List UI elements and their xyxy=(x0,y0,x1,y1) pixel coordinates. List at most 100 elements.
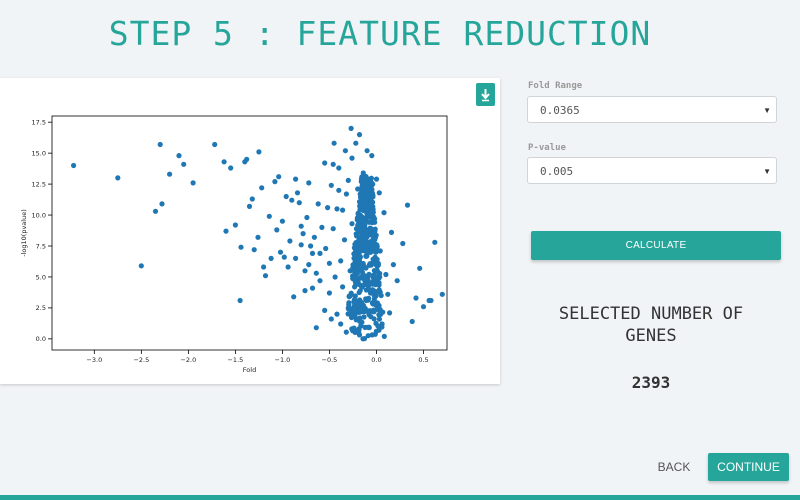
x-tick-label: −1.0 xyxy=(275,356,291,364)
data-point xyxy=(328,316,334,322)
data-point xyxy=(368,226,374,232)
p-value-value: 0.005 xyxy=(540,165,574,178)
back-button[interactable]: BACK xyxy=(652,460,696,476)
data-point xyxy=(302,268,308,274)
data-point xyxy=(383,271,389,278)
data-point xyxy=(330,226,336,232)
bottom-accent-bar xyxy=(0,495,800,500)
data-point xyxy=(360,242,366,248)
data-point xyxy=(351,267,357,273)
data-point xyxy=(387,310,393,316)
data-point xyxy=(309,285,316,291)
p-value-select[interactable]: 0.005 ▼ xyxy=(527,157,777,184)
data-point xyxy=(348,290,354,296)
page-title: STEP 5 : FEATURE REDUCTION xyxy=(108,14,652,53)
data-point xyxy=(221,159,227,165)
data-point xyxy=(342,148,348,154)
data-point xyxy=(354,241,360,247)
data-point xyxy=(352,305,358,311)
data-point xyxy=(360,192,367,198)
data-point xyxy=(358,299,365,305)
data-point xyxy=(360,336,366,342)
data-point xyxy=(331,140,337,146)
data-point xyxy=(326,290,332,296)
calculate-button[interactable]: CALCULATE xyxy=(531,231,781,260)
data-point xyxy=(322,307,328,313)
data-point xyxy=(190,180,196,186)
data-point xyxy=(357,228,363,234)
data-point xyxy=(228,165,234,171)
data-point xyxy=(326,260,332,266)
y-axis-label: -log10(pvalue) xyxy=(20,209,28,256)
data-point xyxy=(390,262,396,268)
data-point xyxy=(363,265,369,271)
data-point xyxy=(361,314,367,320)
continue-button[interactable]: CONTINUE xyxy=(708,453,789,481)
data-point xyxy=(336,187,342,193)
data-point xyxy=(371,274,377,280)
data-point xyxy=(376,287,382,293)
data-point xyxy=(325,205,331,211)
data-point xyxy=(394,278,400,284)
data-point xyxy=(376,190,382,196)
download-icon xyxy=(478,84,493,105)
data-point xyxy=(300,231,306,237)
data-point xyxy=(360,198,366,204)
data-point xyxy=(262,273,269,279)
data-point xyxy=(304,214,310,221)
data-point xyxy=(366,286,372,292)
data-point xyxy=(268,255,274,261)
data-point xyxy=(319,224,325,230)
y-tick-label: 17.5 xyxy=(32,118,46,126)
data-point xyxy=(212,141,218,148)
data-point xyxy=(311,234,317,240)
data-point xyxy=(71,162,77,169)
data-point xyxy=(313,325,319,331)
data-point xyxy=(349,155,355,161)
data-point xyxy=(315,201,321,207)
data-point xyxy=(293,176,299,182)
data-point xyxy=(376,316,382,322)
data-point xyxy=(373,176,380,182)
data-point xyxy=(246,203,253,209)
data-point xyxy=(340,207,346,213)
data-point xyxy=(365,176,371,182)
data-point xyxy=(400,240,406,247)
x-tick-label: 0.5 xyxy=(418,356,428,364)
data-point xyxy=(287,238,293,244)
data-point xyxy=(272,179,278,185)
data-point xyxy=(340,284,346,290)
data-point xyxy=(261,264,267,270)
data-point xyxy=(369,332,375,338)
data-point xyxy=(371,298,377,305)
data-point xyxy=(357,207,363,213)
data-point xyxy=(364,148,370,154)
data-point xyxy=(334,311,340,317)
data-point xyxy=(428,297,434,304)
data-point xyxy=(277,249,284,255)
data-point xyxy=(298,223,304,229)
data-point xyxy=(381,333,387,339)
data-point xyxy=(388,229,395,235)
caret-down-icon: ▼ xyxy=(763,167,771,176)
data-point xyxy=(357,288,363,294)
x-tick-label: 0.0 xyxy=(371,356,381,364)
fold-range-select[interactable]: 0.0365 ▼ xyxy=(527,96,777,123)
data-point xyxy=(283,193,289,200)
data-point xyxy=(370,279,376,285)
download-button[interactable] xyxy=(476,83,495,106)
y-tick-label: 12.5 xyxy=(32,180,46,188)
data-point xyxy=(341,237,348,243)
data-point xyxy=(354,215,360,222)
data-point xyxy=(266,213,272,219)
data-point xyxy=(345,177,351,183)
data-point xyxy=(251,247,257,253)
data-point xyxy=(296,200,302,206)
data-point xyxy=(370,233,376,239)
data-point xyxy=(351,325,357,331)
data-point xyxy=(343,191,349,197)
data-point xyxy=(366,271,372,277)
data-point xyxy=(343,329,349,335)
data-point xyxy=(138,263,144,269)
data-point xyxy=(289,197,295,203)
